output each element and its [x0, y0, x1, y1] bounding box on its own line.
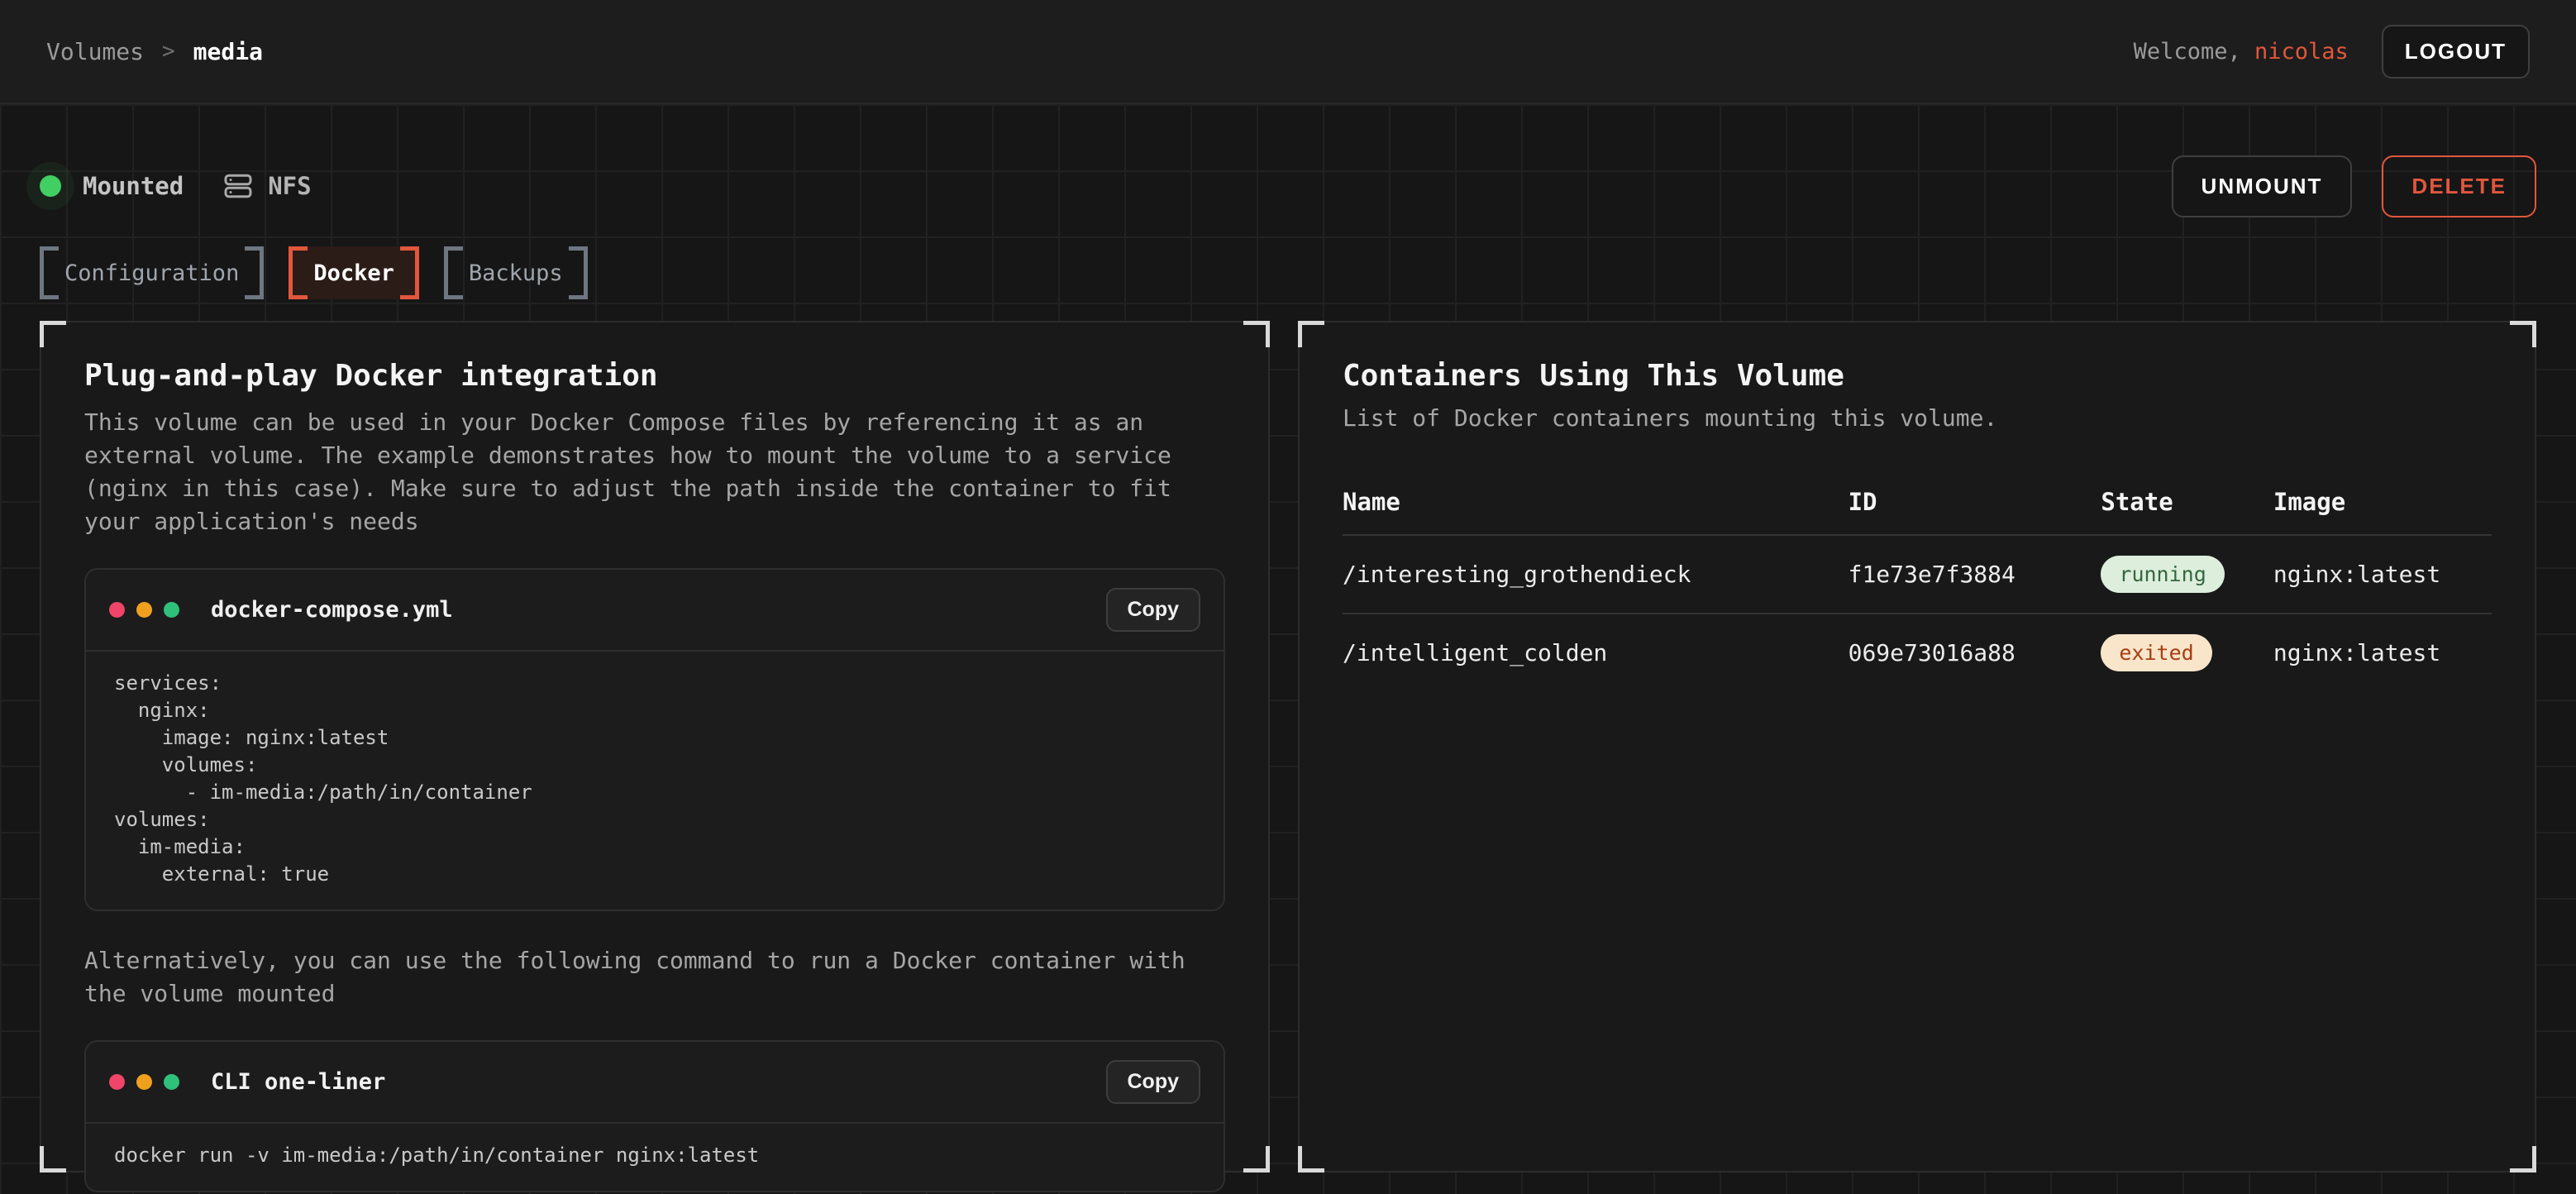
cli-code-block: CLI one-liner Copy docker run -v im-medi… [84, 1040, 1225, 1192]
server-icon [223, 171, 253, 201]
compose-code-body: services: nginx: image: nginx:latest vol… [86, 652, 1224, 910]
containers-table-header: Name ID State Image [1343, 468, 2492, 534]
code-line: nginx: [114, 697, 1195, 724]
status-badge: running [2101, 556, 2224, 593]
mounted-status-dot-icon [40, 175, 61, 197]
header-name: Name [1343, 488, 1849, 516]
container-name: /interesting_grothendieck [1343, 561, 1849, 588]
code-line: image: nginx:latest [114, 724, 1195, 752]
container-name: /intelligent_colden [1343, 639, 1849, 666]
code-line: docker run -v im-media:/path/in/containe… [114, 1142, 1195, 1169]
traffic-light-amber-icon [136, 1074, 152, 1090]
docker-panel-title: Plug-and-play Docker integration [84, 359, 1225, 393]
corner-bracket-icon [1243, 321, 1270, 347]
traffic-light-red-icon [109, 602, 125, 618]
corner-bracket-icon [1298, 1146, 1324, 1173]
traffic-light-amber-icon [136, 602, 152, 618]
traffic-light-green-icon [164, 602, 179, 618]
status-row: Mounted NFS UNMOUNT DELETE [40, 157, 2536, 215]
code-line: services: [114, 670, 1195, 697]
container-state: running [2101, 556, 2273, 593]
volume-detail-page: Volumes > media Welcome, nicolas LOGOUT … [0, 0, 2576, 1194]
compose-copy-button[interactable]: Copy [1106, 588, 1201, 632]
container-image: nginx:latest [2273, 561, 2492, 588]
header-state: State [2101, 488, 2273, 516]
logout-button[interactable]: LOGOUT [2382, 25, 2530, 79]
corner-bracket-icon [1243, 1146, 1270, 1173]
main-content: Mounted NFS UNMOUNT DELETE Configuration… [0, 104, 2576, 1194]
cli-copy-button[interactable]: Copy [1106, 1060, 1201, 1104]
traffic-light-red-icon [109, 1074, 125, 1090]
volume-actions: UNMOUNT DELETE [2172, 155, 2536, 217]
header-image: Image [2273, 488, 2492, 516]
corner-bracket-icon [2510, 1146, 2536, 1173]
cli-intro-text: Alternatively, you can use the following… [84, 944, 1225, 1010]
header-id: ID [1849, 488, 2101, 516]
containers-panel-subtitle: List of Docker containers mounting this … [1343, 404, 2492, 432]
container-image: nginx:latest [2273, 639, 2492, 666]
username: nicolas [2254, 39, 2349, 64]
mounted-status-label: Mounted [83, 172, 184, 200]
docker-panel-description: This volume can be used in your Docker C… [84, 406, 1225, 538]
cli-block-title: CLI one-liner [211, 1069, 385, 1095]
tab-backups[interactable]: Backups [444, 246, 588, 299]
table-row: /intelligent_colden 069e73016a88 exited … [1343, 613, 2492, 691]
breadcrumb-separator-icon: > [162, 39, 175, 64]
containers-panel: Containers Using This Volume List of Doc… [1298, 321, 2536, 1173]
corner-bracket-icon [40, 321, 66, 347]
container-id: 069e73016a88 [1849, 639, 2101, 666]
tab-bar: Configuration Docker Backups [40, 246, 2536, 299]
welcome-text: Welcome, nicolas [2134, 39, 2349, 64]
breadcrumb-current-volume: media [193, 38, 263, 65]
unmount-button[interactable]: UNMOUNT [2172, 155, 2353, 217]
code-line: volumes: [114, 752, 1195, 779]
driver-type-label: NFS [268, 172, 311, 200]
containers-table: Name ID State Image /interesting_grothen… [1343, 468, 2492, 691]
status-badge: exited [2101, 634, 2211, 671]
topbar: Volumes > media Welcome, nicolas LOGOUT [0, 0, 2576, 104]
docker-integration-panel: Plug-and-play Docker integration This vo… [40, 321, 1270, 1173]
panels-row: Plug-and-play Docker integration This vo… [40, 321, 2536, 1173]
code-line: external: true [114, 861, 1195, 888]
corner-bracket-icon [1298, 321, 1324, 347]
table-row: /interesting_grothendieck f1e73e7f3884 r… [1343, 534, 2492, 613]
breadcrumb-volumes-link[interactable]: Volumes [46, 38, 144, 65]
compose-code-header: docker-compose.yml Copy [86, 570, 1224, 652]
code-line: volumes: [114, 806, 1195, 833]
breadcrumb: Volumes > media [46, 38, 263, 65]
welcome-prefix: Welcome, [2134, 39, 2254, 64]
volume-status: Mounted NFS [40, 171, 312, 201]
delete-button[interactable]: DELETE [2382, 155, 2536, 217]
tab-configuration[interactable]: Configuration [40, 246, 264, 299]
tab-docker[interactable]: Docker [289, 246, 419, 299]
code-line: im-media: [114, 833, 1195, 861]
container-id: f1e73e7f3884 [1849, 561, 2101, 588]
container-state: exited [2101, 634, 2273, 671]
topbar-right: Welcome, nicolas LOGOUT [2134, 25, 2530, 79]
compose-filename: docker-compose.yml [211, 597, 453, 623]
corner-bracket-icon [40, 1146, 66, 1173]
cli-code-body: docker run -v im-media:/path/in/containe… [86, 1124, 1224, 1191]
compose-code-block: docker-compose.yml Copy services: nginx:… [84, 568, 1225, 911]
code-line: - im-media:/path/in/container [114, 779, 1195, 806]
cli-code-header: CLI one-liner Copy [86, 1042, 1224, 1124]
traffic-light-green-icon [164, 1074, 179, 1090]
containers-panel-title: Containers Using This Volume [1343, 359, 2492, 393]
corner-bracket-icon [2510, 321, 2536, 347]
